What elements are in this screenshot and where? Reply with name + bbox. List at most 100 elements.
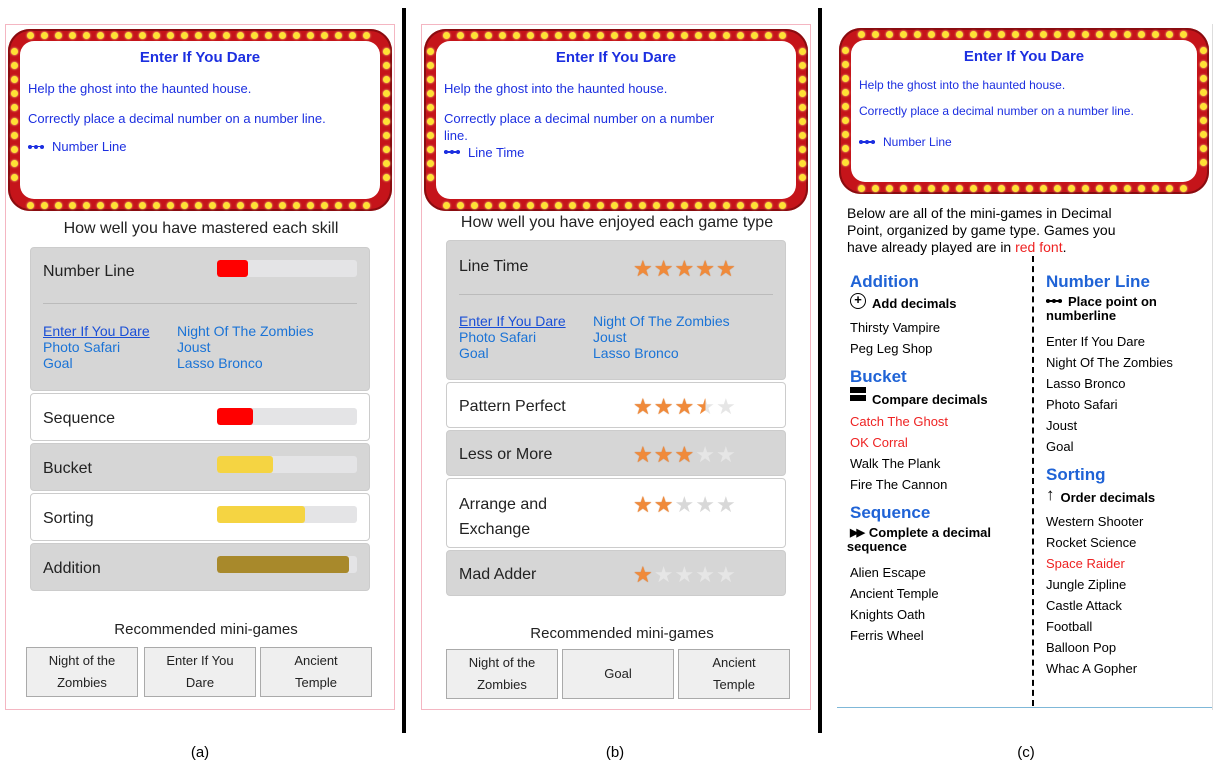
bulb-light bbox=[96, 31, 104, 39]
game-item[interactable]: Balloon Pop bbox=[1046, 637, 1211, 658]
star-icon[interactable]: ★ bbox=[674, 492, 695, 517]
type-pattern-perfect[interactable]: Pattern Perfect ★★★★★ bbox=[446, 382, 786, 428]
star-icon[interactable]: ★ bbox=[695, 492, 716, 517]
star-icon[interactable]: ★ bbox=[654, 492, 675, 517]
game-type-link[interactable]: Line Time bbox=[444, 145, 788, 160]
star-icon[interactable]: ★ bbox=[695, 562, 716, 587]
button-label: Dare bbox=[185, 675, 215, 690]
game-link[interactable]: Enter If You Dare bbox=[43, 323, 177, 339]
game-item[interactable]: Ancient Temple bbox=[850, 583, 1028, 604]
recommended-game-button[interactable]: Goal bbox=[562, 649, 674, 699]
star-icon[interactable]: ★ bbox=[716, 256, 737, 281]
recommended-game-button[interactable]: Night of the Zombies bbox=[446, 649, 558, 699]
star-icon[interactable]: ★ bbox=[674, 562, 695, 587]
star-icon[interactable]: ★ bbox=[654, 256, 675, 281]
game-item[interactable]: Jungle Zipline bbox=[1046, 574, 1211, 595]
game-link[interactable]: Lasso Bronco bbox=[177, 355, 263, 371]
star-icon[interactable]: ★ bbox=[654, 394, 675, 419]
star-icon[interactable]: ★ bbox=[633, 256, 654, 281]
recommended-game-button[interactable]: Ancient Temple bbox=[260, 647, 372, 697]
star-icon[interactable]: ★ bbox=[674, 442, 695, 467]
recommended-game-button[interactable]: Ancient Temple bbox=[678, 649, 790, 699]
skill-name: Place point on numberline bbox=[1046, 295, 1157, 323]
bulb-light bbox=[222, 31, 230, 39]
game-link[interactable]: Joust bbox=[593, 329, 626, 345]
game-link[interactable]: Goal bbox=[43, 355, 177, 371]
game-item[interactable]: Photo Safari bbox=[1046, 394, 1211, 415]
category-heading[interactable]: Number Line bbox=[1046, 272, 1211, 292]
bulb-light bbox=[798, 75, 806, 83]
game-link[interactable]: Goal bbox=[459, 345, 593, 361]
game-item[interactable]: Enter If You Dare bbox=[1046, 331, 1211, 352]
star-icon[interactable]: ★ bbox=[633, 442, 654, 467]
game-link[interactable]: Enter If You Dare bbox=[459, 313, 593, 329]
game-item[interactable]: Goal bbox=[1046, 436, 1211, 457]
skill-progress-bar bbox=[217, 556, 357, 573]
star-icon[interactable]: ★ bbox=[695, 442, 716, 467]
game-item[interactable]: Walk The Plank bbox=[850, 453, 1028, 474]
skill-sorting[interactable]: Sorting bbox=[30, 493, 370, 541]
category-heading[interactable]: Sequence bbox=[850, 503, 1028, 523]
button-label: Zombies bbox=[477, 677, 527, 692]
skill-sequence[interactable]: Sequence bbox=[30, 393, 370, 441]
game-item-played[interactable]: Catch The Ghost bbox=[850, 411, 1028, 432]
game-item-played[interactable]: Space Raider bbox=[1046, 553, 1211, 574]
game-item[interactable]: Castle Attack bbox=[1046, 595, 1211, 616]
category-heading[interactable]: Addition bbox=[850, 272, 1028, 292]
skill-addition[interactable]: Addition bbox=[30, 543, 370, 591]
game-item[interactable]: Night Of The Zombies bbox=[1046, 352, 1211, 373]
star-icon[interactable]: ★ bbox=[695, 394, 716, 419]
game-item[interactable]: Rocket Science bbox=[1046, 532, 1211, 553]
game-item[interactable]: Whac A Gopher bbox=[1046, 658, 1211, 679]
star-icon[interactable]: ★ bbox=[716, 562, 737, 587]
category-heading[interactable]: Sorting bbox=[1046, 465, 1211, 485]
star-icon[interactable]: ★ bbox=[716, 492, 737, 517]
game-item[interactable]: Ferris Wheel bbox=[850, 625, 1028, 646]
game-item[interactable]: Lasso Bronco bbox=[1046, 373, 1211, 394]
intro-line: Below are all of the mini-games in Decim… bbox=[847, 205, 1112, 221]
game-item[interactable]: Fire The Cannon bbox=[850, 474, 1028, 495]
star-icon[interactable]: ★ bbox=[633, 562, 654, 587]
star-icon[interactable]: ★ bbox=[633, 394, 654, 419]
game-link[interactable]: Night Of The Zombies bbox=[177, 323, 314, 339]
game-link[interactable]: Lasso Bronco bbox=[593, 345, 679, 361]
game-item-played[interactable]: OK Corral bbox=[850, 432, 1028, 453]
star-icon[interactable]: ★ bbox=[716, 394, 737, 419]
skill-number-line[interactable]: Number Line Enter If You Dare Night Of Th… bbox=[30, 247, 370, 391]
game-type-link[interactable]: Number Line bbox=[859, 135, 1189, 149]
game-item[interactable]: Knights Oath bbox=[850, 604, 1028, 625]
game-link[interactable]: Photo Safari bbox=[43, 339, 177, 355]
bulb-light bbox=[955, 30, 963, 38]
game-item[interactable]: Football bbox=[1046, 616, 1211, 637]
game-item[interactable]: Western Shooter bbox=[1046, 511, 1211, 532]
game-item[interactable]: Peg Leg Shop bbox=[850, 338, 1028, 359]
type-less-or-more[interactable]: Less or More ★★★★★ bbox=[446, 430, 786, 476]
type-line-time[interactable]: Line Time ★★★★★ Enter If You Dare Night O… bbox=[446, 240, 786, 380]
star-icon[interactable]: ★ bbox=[716, 442, 737, 467]
recommended-game-button[interactable]: Night of the Zombies bbox=[26, 647, 138, 697]
game-item[interactable]: Alien Escape bbox=[850, 562, 1028, 583]
game-item[interactable]: Joust bbox=[1046, 415, 1211, 436]
star-icon[interactable]: ★ bbox=[674, 394, 695, 419]
star-icon[interactable]: ★ bbox=[654, 562, 675, 587]
type-arrange-exchange[interactable]: Arrange and Exchange ★★★★★ bbox=[446, 478, 786, 548]
bulb-light bbox=[1199, 158, 1207, 166]
game-item[interactable]: Thirsty Vampire bbox=[850, 317, 1028, 338]
star-icon[interactable]: ★ bbox=[654, 442, 675, 467]
game-link[interactable]: Night Of The Zombies bbox=[593, 313, 730, 329]
bulb-light bbox=[596, 31, 604, 39]
skill-bucket[interactable]: Bucket bbox=[30, 443, 370, 491]
number-line-icon bbox=[444, 148, 460, 156]
type-mad-adder[interactable]: Mad Adder ★★★★★ bbox=[446, 550, 786, 596]
skill-fill bbox=[217, 556, 349, 573]
star-icon[interactable]: ★ bbox=[633, 492, 654, 517]
game-type-link[interactable]: Number Line bbox=[28, 139, 372, 154]
game-link[interactable]: Photo Safari bbox=[459, 329, 593, 345]
star-icon[interactable]: ★ bbox=[695, 256, 716, 281]
star-icon[interactable]: ★ bbox=[674, 256, 695, 281]
bulb-light bbox=[484, 201, 492, 209]
recommended-game-button[interactable]: Enter If You Dare bbox=[144, 647, 256, 697]
bulb-light bbox=[680, 31, 688, 39]
game-link[interactable]: Joust bbox=[177, 339, 210, 355]
category-heading[interactable]: Bucket bbox=[850, 367, 1028, 387]
